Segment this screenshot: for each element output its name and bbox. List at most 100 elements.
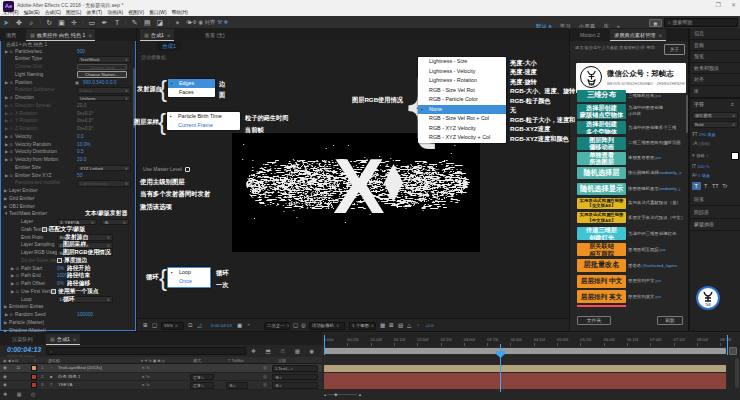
tab-蒙版插值[interactable]: 蒙版插值 — [694, 221, 714, 227]
timeline-toggle-icons[interactable]: ❖ ⬒ ☉ ▦ ◉ ∿ — [251, 347, 332, 356]
composition-viewport[interactable]: X — [232, 133, 480, 252]
effect-row-z-rotation[interactable]: ▶⊙Z Rotation0x+0.0° — [1, 125, 134, 133]
property-dropdown[interactable]: XYZ Linked∨ — [77, 165, 131, 171]
label-swatch[interactable] — [31, 382, 37, 388]
layer-switches[interactable]: ♦ ⁄ fx — [142, 373, 150, 382]
property-checkbox[interactable] — [57, 258, 62, 263]
faux-styles-row[interactable]: TTTTTr — [692, 182, 738, 190]
property-dropdown[interactable]: Uniform∨ — [77, 95, 131, 101]
tab-script[interactable]: 凌晨两点素材管理≡ — [610, 29, 666, 41]
expand-arrow-icon[interactable]: ▶ — [11, 265, 14, 273]
time-ruler[interactable]: 0:00s00:15f01:00f01:15f02:00f02:15f03:00… — [322, 334, 728, 346]
panel-menu-icon[interactable]: ≡ — [659, 32, 662, 38]
panel-menu-icon[interactable]: ≡ — [73, 336, 76, 342]
effect-row-grab-text-mask[interactable]: Grab Text/Mask匹配文字/蒙版 — [1, 226, 134, 234]
property-checkbox[interactable] — [42, 227, 47, 232]
expand-arrow-icon[interactable]: ▶ — [5, 48, 8, 56]
property-value[interactable]: 0% — [57, 280, 64, 288]
tab-段落[interactable]: 段落 — [694, 196, 704, 202]
group-arrow-icon[interactable]: ▼ — [4, 210, 8, 218]
effect-panel-scrollbar[interactable] — [133, 68, 135, 128]
script-button-2[interactable]: 选择层创建多个空物体 — [577, 121, 626, 134]
tab-音频[interactable]: 音频 — [694, 42, 704, 48]
effect-row-light-naming[interactable]: Light NamingChoose Names... — [1, 71, 134, 79]
tab-跟踪器[interactable]: 跟踪器 — [694, 209, 709, 215]
effect-row-velocity-distribution[interactable]: ▶⊙Velocity Distribution0.5 — [1, 148, 134, 156]
expand-arrow-icon[interactable]: ▶ — [11, 280, 14, 288]
grid-guides-icon[interactable]: ⊡ — [188, 322, 193, 328]
group-arrow-icon[interactable]: ▶ — [4, 187, 7, 195]
script-button-7[interactable]: 实用表达式和属性链接【英文版AE】 — [577, 198, 626, 209]
region-of-interest-icon[interactable]: ▢ — [293, 322, 298, 328]
timeline-bottom-toggles[interactable]: ❖ ▦ ◴ — [3, 391, 39, 398]
layer-row-2[interactable]: ◉2■白色 纯色 1♦ ⁄ fx正常 ∨◎无 ∨ — [0, 373, 322, 382]
effect-row-y-rotation[interactable]: ▶⊙Y Rotation0x+0.0° — [1, 117, 134, 125]
always-preview-icon[interactable]: ⊞ — [143, 322, 148, 328]
script-button-8[interactable]: 实用表达式和属性链接【中文版AE】 — [577, 212, 626, 223]
property-value[interactable]: 0x+0.0° — [77, 125, 93, 133]
cti-handle[interactable] — [496, 344, 505, 351]
effect-row-direction-spread[interactable]: ▶⊙Direction Spread20.0 — [1, 102, 134, 110]
group-arrow-icon[interactable]: ▶ — [4, 303, 7, 311]
timeline-scrollbar[interactable] — [735, 358, 739, 388]
script-button-4[interactable]: 单独查看所选图层 — [577, 152, 626, 165]
script-button-10[interactable]: 层关联结相互跟踪 — [577, 243, 626, 256]
parent-pickwhip-icon[interactable]: ◎ — [263, 381, 267, 390]
exposure-value[interactable]: +0.0 — [425, 323, 434, 328]
layer-duration-bar-1[interactable] — [324, 365, 726, 373]
script-button-12[interactable]: 层层排列 中文 — [577, 275, 626, 288]
tab-project[interactable]: 项目 — [2, 29, 20, 41]
group-arrow-icon[interactable]: ▶ — [4, 327, 7, 332]
script-button-1[interactable]: 选择层创建蒙版锚点空物体 — [577, 104, 626, 119]
label-swatch[interactable] — [31, 365, 37, 371]
workspace-overflow-button[interactable]: ▦ — [649, 19, 662, 27]
stopwatch-icon[interactable]: ⊙ — [16, 280, 20, 288]
panel-menu-icon[interactable]: ≡ — [167, 32, 170, 38]
effect-row-particles-sec[interactable]: ▶⊙Particles/sec500 — [1, 48, 134, 56]
view-3d-select[interactable]: 活动摄像机∨ — [309, 322, 345, 330]
timeline-zoom-slider[interactable]: ▴ ──◆────── ▲ — [324, 392, 362, 397]
tab-effect-controls[interactable]: ▦效果控件 白色 纯色 1≡ — [26, 29, 95, 41]
script-panel-scrollbar[interactable] — [686, 95, 688, 133]
mode-header[interactable]: 模式 — [193, 357, 201, 364]
group-arrow-icon[interactable]: ▶ — [4, 319, 7, 327]
stopwatch-icon[interactable]: ⊙ — [10, 156, 14, 164]
effect-row-grid-emitter[interactable]: ▶Grid Emitter — [1, 195, 134, 203]
menu-合成[interactable]: 合成(C) — [45, 10, 61, 15]
effect-row-stroke-noise-wiggle-[interactable]: Stroke Noise (wiggle)厚度描边 — [1, 257, 134, 265]
expand-arrow-icon[interactable]: ▶ — [5, 102, 8, 110]
effect-row-position-subframe[interactable]: Position SubframeLinear∨ — [1, 86, 134, 94]
effect-row-loop[interactable]: LoopLoop∨循环 — [1, 296, 134, 304]
property-value[interactable]: 960.0,540.0,0.0 — [83, 79, 116, 87]
tab-render-queue[interactable]: 渲染队列 — [8, 334, 37, 345]
pixel-aspect-icon[interactable]: ▦ — [380, 322, 385, 328]
effect-row-x-rotation[interactable]: ▶⊙X Rotation0x+0.0° — [1, 110, 134, 118]
comp-flowchart-icon[interactable]: △ — [407, 322, 411, 328]
property-value[interactable]: 100000 — [77, 311, 93, 319]
expand-arrow-icon[interactable]: ▶ — [5, 148, 8, 156]
parent-select[interactable]: 无 ∨ — [272, 382, 318, 389]
eye-icon[interactable]: ◉ — [3, 381, 7, 390]
effect-row-layer[interactable]: Layer3. YEEYA∨无∨ — [1, 218, 134, 226]
tab-timeline-comp[interactable]: ▦合成1≡ — [46, 334, 80, 345]
property-button[interactable]: Choose Names... — [77, 71, 127, 78]
stopwatch-icon[interactable]: ⊙ — [10, 133, 14, 141]
snapping-toggle[interactable]: ◉ 对齐 — [198, 19, 215, 25]
font-family-select[interactable]: 微软雅黑∨ — [692, 112, 738, 119]
property-dropdown[interactable]: Light Intensity∨ — [77, 180, 131, 186]
group-arrow-icon[interactable]: ▶ — [4, 203, 7, 211]
layer-name[interactable]: TextLayerBeat [2013s] — [58, 364, 102, 373]
resolution-select[interactable]: 二分之一∨ — [264, 322, 290, 330]
effect-row-particle-master-[interactable]: ▶Particle (Master) — [1, 319, 134, 327]
parent-header[interactable]: 父级 — [278, 357, 286, 364]
stopwatch-icon[interactable]: ⊙ — [16, 265, 20, 273]
baseline-row[interactable]: Aª0 像素 — [692, 172, 738, 179]
refresh-button[interactable]: 刷新 — [657, 316, 683, 325]
menu-视图[interactable]: 视图(V) — [128, 10, 144, 15]
zoom-select[interactable]: 55%∨ — [161, 322, 184, 330]
effect-row-layer-rgb-usage[interactable]: Layer RGB UsageNone∨图层RGB使用情况 — [1, 249, 134, 257]
stopwatch-icon[interactable]: ⊙ — [10, 94, 14, 102]
effect-row-emitter-type[interactable]: Emitter TypeText/Mask∨ — [1, 55, 134, 63]
expand-arrow-icon[interactable]: ▶ — [5, 79, 8, 87]
menu-文件[interactable]: 文件(F) — [3, 10, 19, 15]
